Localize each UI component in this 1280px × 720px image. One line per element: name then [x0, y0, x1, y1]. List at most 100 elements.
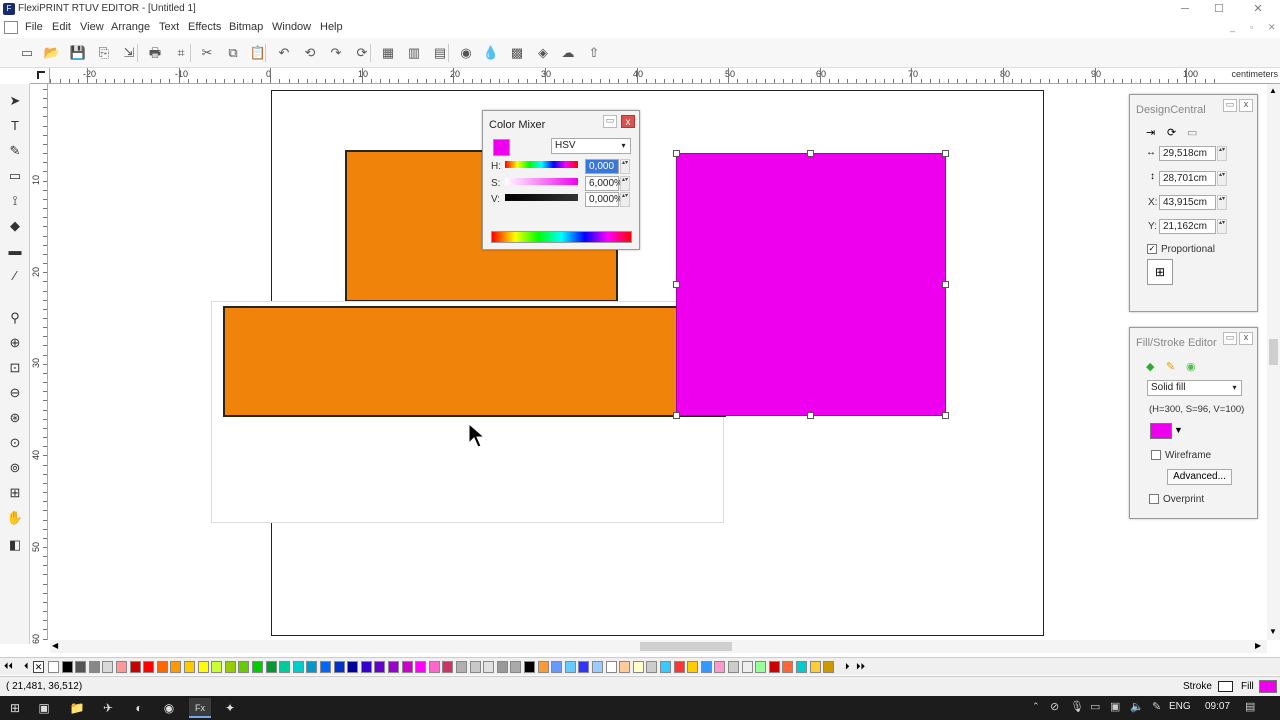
- palette-swatch[interactable]: [755, 661, 767, 673]
- palette-swatch[interactable]: [116, 661, 127, 673]
- start-icon[interactable]: ⊞: [4, 698, 26, 718]
- palette-swatch[interactable]: [143, 661, 155, 673]
- fill-stroke-close-button[interactable]: x: [1239, 332, 1253, 345]
- palette-swatch[interactable]: [660, 661, 671, 673]
- mdi-close-button[interactable]: ✕: [1268, 22, 1276, 33]
- fill-color-indicator[interactable]: [1259, 680, 1277, 693]
- saturation-spin-button[interactable]: ▴▾: [620, 176, 630, 191]
- swatch-grid-button[interactable]: ▩: [507, 43, 527, 63]
- advanced-button[interactable]: Advanced...: [1167, 469, 1232, 485]
- palette-swatch[interactable]: [496, 661, 508, 673]
- selection-handle[interactable]: [942, 150, 949, 157]
- scroll-right-icon[interactable]: ▶: [1255, 641, 1261, 650]
- cloud-upload-button[interactable]: ⇧: [584, 43, 604, 63]
- horizontal-ruler[interactable]: centimeters -20 -10 0 10 20 30 40 50 60 70 80 90 100: [50, 68, 1280, 84]
- selection-handle[interactable]: [807, 412, 814, 419]
- inkdrop-button[interactable]: 💧: [481, 43, 501, 63]
- print-button[interactable]: 🖶: [145, 43, 165, 63]
- palette-swatch[interactable]: [578, 661, 590, 673]
- fill-stroke-tool-tool[interactable]: ◧: [5, 535, 25, 555]
- ungroup-button[interactable]: ▥: [404, 43, 424, 63]
- palette-swatch[interactable]: [524, 661, 535, 673]
- menu-window[interactable]: Window: [272, 21, 311, 33]
- value-slider[interactable]: [505, 194, 578, 201]
- palette-swatch[interactable]: [156, 661, 168, 673]
- palette-swatch[interactable]: [75, 661, 87, 673]
- orange-rectangle-front[interactable]: [223, 306, 726, 417]
- height-spin-button[interactable]: ▴▾: [1217, 171, 1227, 186]
- palette-swatch[interactable]: [184, 661, 195, 673]
- palette-swatch[interactable]: [469, 661, 481, 673]
- vertical-scrollbar[interactable]: ▲ ▼: [1267, 84, 1280, 640]
- x-spin-button[interactable]: ▴▾: [1217, 195, 1227, 210]
- palette-swatch[interactable]: [333, 661, 345, 673]
- tray-chevron-icon[interactable]: ⌃: [1032, 701, 1040, 712]
- fill-type-select[interactable]: Solid fill ▾: [1147, 380, 1242, 396]
- fill-color-dropdown-icon[interactable]: ▼: [1174, 425, 1183, 435]
- drawing-canvas[interactable]: [49, 85, 1267, 640]
- cloud-button[interactable]: ☁: [558, 43, 578, 63]
- color-wheel-button[interactable]: ◉: [456, 43, 476, 63]
- palette-swatch[interactable]: [48, 661, 59, 673]
- palette-swatch[interactable]: [714, 661, 726, 673]
- import-button[interactable]: ⇲: [119, 43, 139, 63]
- palette-swatch[interactable]: [428, 661, 440, 673]
- flexi-taskbar-icon[interactable]: Fx: [189, 698, 211, 718]
- effects-tab-icon[interactable]: ◉: [1186, 360, 1196, 373]
- vertical-ruler[interactable]: 10 20 30 40 50 60: [30, 84, 48, 644]
- group-button[interactable]: ▦: [378, 43, 398, 63]
- palette-swatch[interactable]: [551, 661, 563, 673]
- palette-swatch[interactable]: [252, 661, 263, 673]
- palette-swatch[interactable]: [415, 661, 427, 673]
- palette-swatch[interactable]: [646, 661, 658, 673]
- save-button[interactable]: 💾: [68, 43, 88, 63]
- color-mixer-close-button[interactable]: x: [621, 115, 635, 128]
- color-model-select[interactable]: HSV ▾: [551, 138, 631, 154]
- palette-swatch[interactable]: [442, 661, 454, 673]
- hue-spectrum-bar[interactable]: [491, 231, 632, 243]
- pan-hand-tool[interactable]: ✋: [5, 508, 25, 528]
- zoom-actual-tool[interactable]: ⊞: [5, 483, 25, 503]
- palette-swatch[interactable]: [809, 661, 821, 673]
- eyedropper-tool[interactable]: ⁄: [5, 266, 25, 286]
- shape-tab-icon[interactable]: ▭: [1187, 126, 1197, 139]
- vertical-scroll-thumb[interactable]: [1269, 339, 1278, 365]
- palette-swatch[interactable]: [619, 661, 631, 673]
- tray-volume-icon[interactable]: 🔈: [1130, 700, 1144, 713]
- palette-swatch[interactable]: [823, 661, 835, 673]
- design-central-close-button[interactable]: x: [1239, 99, 1253, 112]
- color-mixer-button[interactable]: ◈: [533, 43, 553, 63]
- pen-tool[interactable]: ✎: [5, 141, 25, 161]
- palette-swatch[interactable]: [605, 661, 617, 673]
- chrome-icon[interactable]: ◉: [158, 698, 180, 718]
- measure-tool[interactable]: ▬: [5, 241, 25, 261]
- node-edit-tool[interactable]: ⟟: [5, 191, 25, 211]
- selection-handle[interactable]: [807, 150, 814, 157]
- maximize-button[interactable]: ☐: [1210, 2, 1228, 16]
- hue-slider[interactable]: [505, 161, 578, 168]
- palette-swatch[interactable]: [782, 661, 794, 673]
- selection-handle[interactable]: [673, 412, 680, 419]
- menu-view[interactable]: View: [80, 21, 104, 33]
- palette-swatch[interactable]: [537, 661, 549, 673]
- color-mixer-minimize-button[interactable]: ▭: [603, 115, 617, 128]
- tray-mic-icon[interactable]: 🎙: [1070, 700, 1084, 713]
- design-central-minimize-button[interactable]: ▭: [1223, 99, 1237, 112]
- palette-swatch[interactable]: [592, 661, 603, 673]
- saturation-input[interactable]: 6,000%: [585, 176, 623, 191]
- palette-swatch[interactable]: [197, 661, 209, 673]
- shape-tool[interactable]: ▭: [5, 166, 25, 186]
- redo-button[interactable]: ↷: [326, 43, 346, 63]
- close-window-button[interactable]: ✕: [1249, 2, 1267, 16]
- horizontal-scroll-thumb[interactable]: [640, 642, 732, 651]
- magenta-rectangle[interactable]: [676, 153, 946, 416]
- palette-swatch[interactable]: [768, 661, 780, 673]
- undo-all-button[interactable]: ⟲: [300, 43, 320, 63]
- palette-swatch[interactable]: [510, 661, 522, 673]
- copy-button[interactable]: ⧉: [223, 43, 243, 63]
- scroll-left-icon[interactable]: ◀: [52, 641, 58, 650]
- fill-tool-tool[interactable]: ◆: [5, 216, 25, 236]
- file-explorer-icon[interactable]: 📁: [66, 698, 88, 718]
- zoom-in-tool[interactable]: ⊕: [5, 333, 25, 353]
- palette-swatch[interactable]: [564, 661, 576, 673]
